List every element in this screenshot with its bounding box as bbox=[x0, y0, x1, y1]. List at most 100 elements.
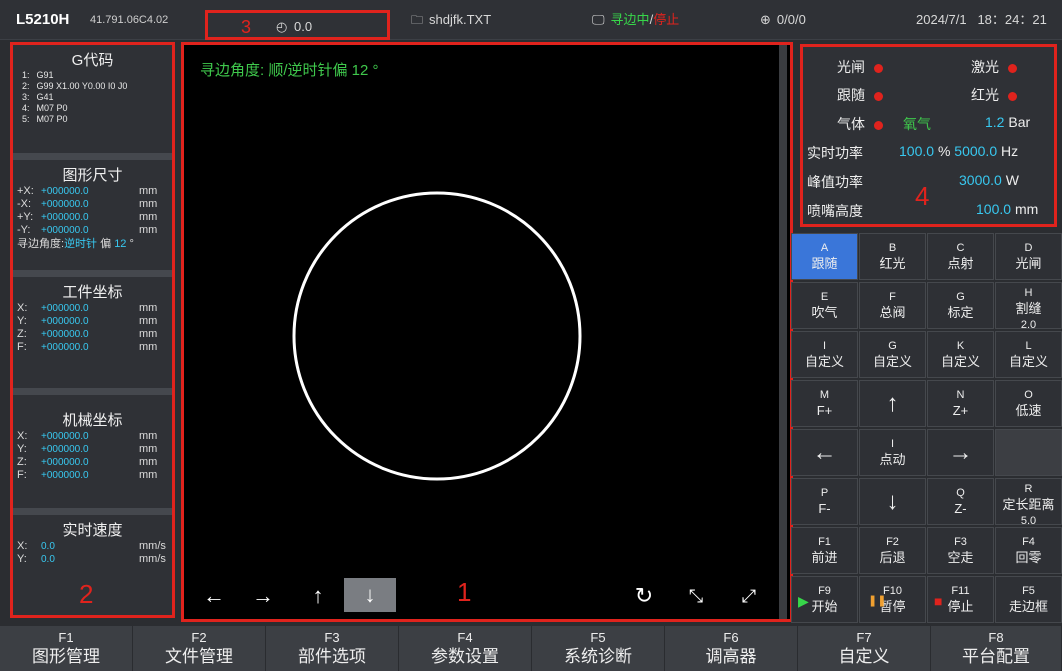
move-right-button[interactable]: → bbox=[248, 582, 278, 612]
key-m[interactable]: M F+ bbox=[791, 380, 858, 427]
datetime: 2024/7/1 18：24：21 bbox=[916, 0, 1047, 40]
shape-size-section: 图形尺寸 +X: +000000.0 mm -X: +000000.0 mm +Y: +000… bbox=[13, 160, 172, 270]
fbar-f5-button[interactable]: F5 系统诊断 bbox=[532, 626, 665, 671]
shrink-icon[interactable]: ⤡ bbox=[681, 582, 711, 612]
key-r[interactable]: R 定长距离 5.0 bbox=[995, 478, 1062, 527]
gcode-line: 5: M07 P0 bbox=[13, 114, 172, 125]
key-label: 定长距离 bbox=[1002, 497, 1055, 512]
key-code: F1 bbox=[818, 536, 831, 548]
machine-coord-value: +000000.0 bbox=[41, 470, 89, 481]
refresh-icon[interactable]: ↻ bbox=[629, 582, 659, 612]
fbar-f4-button[interactable]: F4 参数设置 bbox=[399, 626, 532, 671]
expand-icon[interactable]: ⤢ bbox=[734, 582, 764, 612]
left-info-panel: G代码 1: G91 2: G99 X1.00 Y0.00 I0 J0 3: G41… bbox=[10, 42, 175, 618]
key-f[interactable]: F 总阀 bbox=[859, 282, 926, 329]
key-code: N bbox=[956, 389, 965, 401]
shutter-indicator bbox=[874, 63, 883, 73]
key-f1[interactable]: F1 前进 bbox=[791, 527, 858, 574]
key-h[interactable]: H 割缝 2.0 bbox=[995, 282, 1062, 331]
key-i[interactable]: I 点动 bbox=[859, 429, 926, 476]
shape-size-row: -Y: +000000.0 mm bbox=[13, 224, 172, 237]
key-f10[interactable]: ❚❚ F10 暂停 bbox=[859, 576, 926, 623]
fbar-f8-button[interactable]: F8 平台配置 bbox=[931, 626, 1062, 671]
shape-size-unit: mm bbox=[139, 224, 158, 236]
time: 18：24：21 bbox=[977, 12, 1047, 27]
key-o[interactable]: O 低速 bbox=[995, 380, 1062, 427]
machine-coord-row: Z: +000000.0 mm bbox=[13, 456, 172, 469]
key-code: F bbox=[889, 291, 896, 303]
key-k[interactable]: K 自定义 bbox=[927, 331, 994, 378]
fbar-f2-button[interactable]: F2 文件管理 bbox=[133, 626, 266, 671]
key-code: G bbox=[888, 340, 897, 352]
machine-coord-axis: F: bbox=[17, 469, 27, 481]
move-down-button[interactable]: ↓ bbox=[344, 578, 396, 612]
gcode-line-number: 4: bbox=[22, 103, 30, 113]
key-g[interactable]: G 标定 bbox=[927, 282, 994, 329]
key-arrow-13[interactable]: ↑ bbox=[859, 380, 926, 427]
machine-coord-unit: mm bbox=[139, 430, 158, 442]
key-f9[interactable]: ▶ F9 开始 bbox=[791, 576, 858, 623]
circle-shape bbox=[292, 191, 582, 481]
key-n[interactable]: N Z+ bbox=[927, 380, 994, 427]
fbar-f7-button[interactable]: F7 自定义 bbox=[798, 626, 931, 671]
machine-coord-unit: mm bbox=[139, 469, 158, 481]
workpiece-coord-value: +000000.0 bbox=[41, 303, 89, 314]
fbar-f1-button[interactable]: F1 图形管理 bbox=[0, 626, 133, 671]
key-b[interactable]: B 红光 bbox=[859, 233, 926, 280]
key-code: I bbox=[890, 438, 895, 450]
key-code: R bbox=[1024, 483, 1033, 495]
key-f5[interactable]: F5 走边框 bbox=[995, 576, 1062, 623]
drawing-canvas[interactable]: 寻边角度: 顺/逆时针偏 12 ° 1 ← → ↑ ↓ ↻ ⤡ ⤢ bbox=[181, 42, 793, 622]
monitor-icon: 🖵 bbox=[592, 12, 605, 27]
key-f3[interactable]: F3 空走 bbox=[927, 527, 994, 574]
laser-status: 激光 bbox=[971, 57, 1017, 77]
fbar-label: 文件管理 bbox=[165, 647, 233, 666]
key-code: M bbox=[819, 389, 830, 401]
speed-value: 0.0 bbox=[41, 554, 55, 565]
machine-state: 🖵 寻边中/停止 bbox=[592, 0, 679, 40]
canvas-scrollbar[interactable] bbox=[779, 45, 787, 619]
fbar-f3-button[interactable]: F3 部件选项 bbox=[266, 626, 399, 671]
fbar-f6-button[interactable]: F6 调高器 bbox=[665, 626, 798, 671]
key-code: Q bbox=[956, 487, 965, 499]
firmware-version: 41.791.06C4.02 bbox=[90, 14, 169, 26]
key-f11[interactable]: ■ F11 停止 bbox=[927, 576, 994, 623]
shape-size-axis: -Y: bbox=[17, 224, 31, 236]
bottom-function-bar: F1 图形管理 F2 文件管理 F3 部件选项 F4 参数设置 F5 系统诊断 F6 调高器 F7 自定义… bbox=[0, 626, 1062, 671]
key-arrow-21[interactable]: ↓ bbox=[859, 478, 926, 525]
gas-type: 氧气 bbox=[903, 116, 931, 132]
key-arrow-16[interactable]: ← bbox=[791, 429, 858, 476]
key-p[interactable]: P F- bbox=[791, 478, 858, 525]
machine-coord-axis: Z: bbox=[17, 456, 27, 468]
key-label: 跟随 bbox=[811, 256, 838, 271]
key-label: 红光 bbox=[879, 256, 906, 271]
fbar-label: 系统诊断 bbox=[564, 647, 632, 666]
key-q[interactable]: Q Z- bbox=[927, 478, 994, 525]
key-l[interactable]: L 自定义 bbox=[995, 331, 1062, 378]
key-arrow-18[interactable]: → bbox=[927, 429, 994, 476]
rt-power-reading: 100.0 % 5000.0 Hz bbox=[899, 143, 1018, 159]
workpiece-coord-row: F: +000000.0 mm bbox=[13, 341, 172, 354]
shape-size-unit: mm bbox=[139, 198, 158, 210]
move-left-button[interactable]: ← bbox=[199, 582, 229, 612]
key-i[interactable]: I 自定义 bbox=[791, 331, 858, 378]
key-f2[interactable]: F2 后退 bbox=[859, 527, 926, 574]
shape-size-title: 图形尺寸 bbox=[62, 167, 123, 184]
gcode-section: G代码 1: G91 2: G99 X1.00 Y0.00 I0 J0 3: G41… bbox=[13, 45, 172, 153]
key-e[interactable]: E 吹气 bbox=[791, 282, 858, 329]
key-d[interactable]: D 光闸 bbox=[995, 233, 1062, 280]
fbar-key: F4 bbox=[457, 630, 473, 645]
divider bbox=[13, 153, 172, 160]
current-file[interactable]: 🗀 shdjfk.TXT bbox=[411, 0, 491, 40]
key-a[interactable]: A 跟随 bbox=[791, 233, 858, 280]
nozzle-value: 100.0 bbox=[976, 201, 1012, 217]
key-g[interactable]: G 自定义 bbox=[859, 331, 926, 378]
red-light-label: 红光 bbox=[971, 87, 999, 103]
key-c[interactable]: C 点射 bbox=[927, 233, 994, 280]
gcode-line-text: G41 bbox=[36, 92, 54, 102]
move-up-button[interactable]: ↑ bbox=[303, 582, 333, 612]
model-name: L5210H bbox=[16, 11, 70, 28]
folder-icon: 🗀 bbox=[411, 13, 424, 27]
key-f4[interactable]: F4 回零 bbox=[995, 527, 1062, 574]
fbar-label: 平台配置 bbox=[962, 647, 1030, 666]
